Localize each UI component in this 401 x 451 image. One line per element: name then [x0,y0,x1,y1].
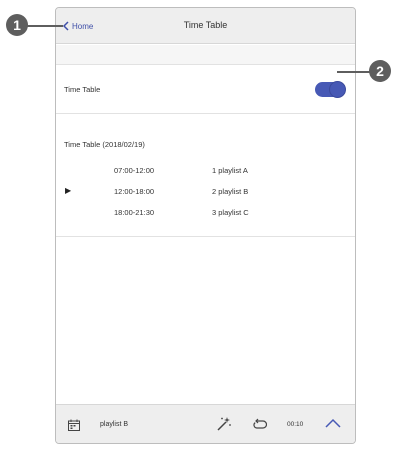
schedule-time: 18:00-21:30 [114,208,155,217]
schedule-section: Time Table (2018/02/19) 07:00-12:00 1 pl… [56,131,355,237]
section-spacer [56,115,355,131]
schedule-time: 12:00-18:00 [114,187,155,196]
schedule-row[interactable]: 07:00-12:00 1 playlist A [56,163,355,177]
calendar-icon [68,419,80,431]
section-spacer [56,45,355,65]
chevron-up-icon[interactable] [325,418,341,428]
effects-wand-icon[interactable] [216,416,232,432]
callout-badge: 2 [369,60,391,82]
schedule-playlist: 1 playlist A [212,166,248,175]
schedule-playlist: 2 playlist B [212,187,249,196]
page-title: Time Table [183,20,228,30]
current-playlist-name: playlist B [100,421,129,428]
header-bar: Home Time Table [56,8,355,44]
callout-leader-line [337,71,370,73]
player-footer: playlist B 00:10 [56,404,355,443]
device-screen: Home Time Table Time Table Time Table (2… [55,7,356,444]
playback-time: 00:10 [287,421,304,428]
callout-leader-line [27,25,63,27]
schedule-title: Time Table (2018/02/19) [64,140,145,149]
schedule-playlist: 3 playlist C [212,208,249,217]
repeat-icon[interactable] [253,418,267,430]
schedule-row[interactable]: ▶ 12:00-18:00 2 playlist B [56,184,355,198]
time-table-setting-row: Time Table [56,66,355,114]
schedule-row[interactable]: 18:00-21:30 3 playlist C [56,205,355,219]
time-table-label: Time Table [64,85,101,94]
callout-badge: 1 [6,14,28,36]
schedule-time: 07:00-12:00 [114,166,155,175]
toggle-knob [329,81,346,98]
current-play-icon: ▶ [65,186,72,195]
time-table-toggle[interactable] [315,81,346,98]
